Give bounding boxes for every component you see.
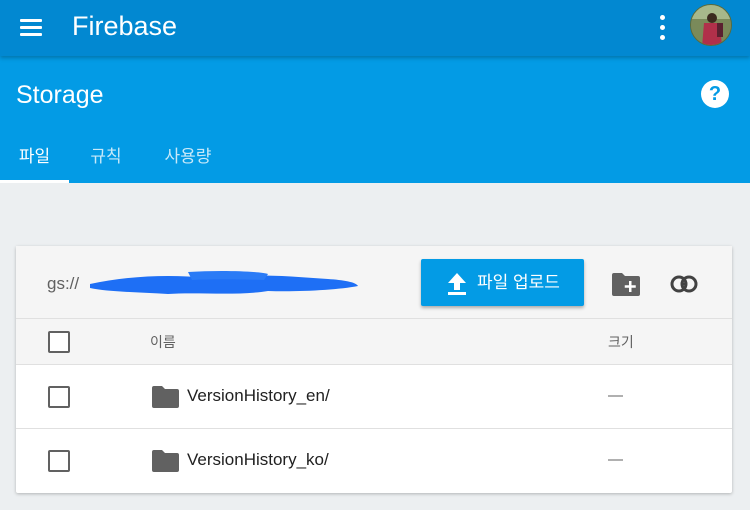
tab-files-label: 파일 <box>18 147 51 166</box>
table-row[interactable]: VersionHistory_en/ — <box>16 365 732 429</box>
help-icon[interactable]: ? <box>701 80 729 108</box>
row-checkbox[interactable] <box>48 450 70 472</box>
new-folder-icon[interactable] <box>612 272 640 296</box>
folder-icon <box>152 450 179 472</box>
tab-files[interactable]: 파일 <box>0 138 69 183</box>
app-title: Firebase <box>72 11 178 41</box>
tab-rules[interactable]: 규칙 <box>78 138 134 183</box>
select-all-checkbox[interactable] <box>48 331 70 353</box>
tab-bar: 파일 규칙 사용량 <box>0 138 750 183</box>
upload-file-label: 파일 업로드 <box>477 273 560 292</box>
table-header-row: 이름 크기 <box>16 319 732 365</box>
table-row[interactable]: VersionHistory_ko/ — <box>16 429 732 493</box>
menu-icon[interactable] <box>18 15 46 41</box>
row-checkbox[interactable] <box>48 386 70 408</box>
upload-file-button[interactable]: 파일 업로드 <box>421 259 584 306</box>
link-icon[interactable] <box>670 274 698 294</box>
tab-usage-label: 사용량 <box>164 147 212 166</box>
file-size: — <box>608 451 623 468</box>
avatar[interactable] <box>690 4 732 46</box>
file-size: — <box>608 387 623 404</box>
active-tab-indicator <box>0 180 69 183</box>
file-name[interactable]: VersionHistory_ko/ <box>187 450 329 470</box>
storage-header: Storage ? 파일 규칙 사용량 <box>0 56 750 183</box>
bucket-path: gs:// <box>47 274 80 293</box>
tab-usage[interactable]: 사용량 <box>152 138 224 183</box>
column-header-name[interactable]: 이름 <box>150 333 176 351</box>
files-card: gs:// 파일 업로드 이름 크기 VersionHistory_en/ — … <box>16 246 732 493</box>
redaction-mark <box>90 270 358 294</box>
file-name[interactable]: VersionHistory_en/ <box>187 386 330 406</box>
page-title: Storage <box>16 81 104 109</box>
column-header-size[interactable]: 크기 <box>608 333 634 351</box>
app-bar: Firebase <box>0 0 750 56</box>
upload-icon <box>448 273 466 295</box>
card-toolbar: gs:// 파일 업로드 <box>16 246 732 319</box>
more-vert-icon[interactable] <box>652 13 672 43</box>
folder-icon <box>152 386 179 408</box>
tab-rules-label: 규칙 <box>90 147 122 166</box>
